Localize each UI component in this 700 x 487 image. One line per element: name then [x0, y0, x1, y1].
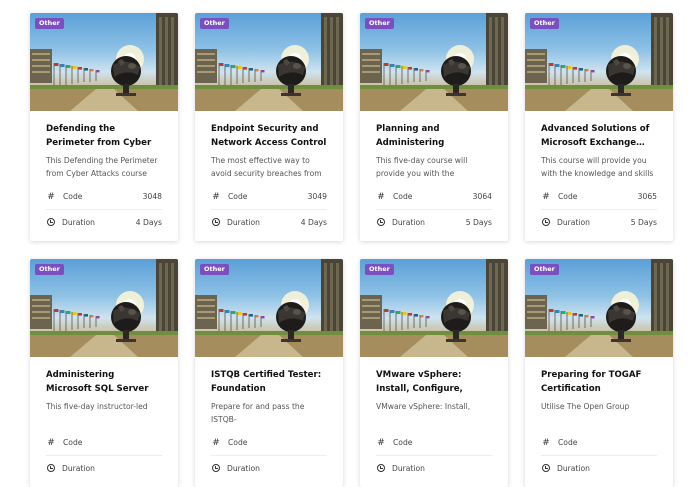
clock-icon — [377, 218, 385, 226]
course-code-row: # Code 3065 — [541, 184, 657, 209]
code-label: Code — [63, 438, 83, 447]
course-duration-row: Duration 5 Days — [376, 209, 492, 234]
hash-icon: # — [47, 437, 55, 448]
course-title[interactable]: Advanced Solutions of Microsoft Exchange… — [541, 122, 657, 150]
course-card[interactable]: Other Administering Microsoft SQL Server… — [30, 259, 178, 487]
course-thumbnail[interactable]: Other — [195, 259, 343, 357]
course-title[interactable]: Endpoint Security and Network Access Con… — [211, 122, 327, 150]
duration-label: Duration — [392, 217, 425, 227]
course-duration-value: 5 Days — [630, 217, 657, 227]
course-description: This five-day instructor-led — [46, 402, 148, 411]
course-thumbnail[interactable]: Other — [360, 13, 508, 111]
course-thumbnail[interactable]: Other — [360, 259, 508, 357]
course-card[interactable]: Other Preparing for TOGAF Certification … — [525, 259, 673, 487]
clock-icon — [212, 464, 220, 472]
course-duration-row: Duration 5 Days — [541, 209, 657, 234]
course-description: The most effective way to avoid security… — [211, 156, 322, 178]
category-badge: Other — [200, 264, 229, 275]
course-duration-row: Duration — [46, 455, 162, 480]
clock-icon — [377, 464, 385, 472]
course-thumbnail[interactable]: Other — [30, 259, 178, 357]
course-duration-row: Duration — [211, 455, 327, 480]
clock-icon — [47, 464, 55, 472]
course-description: This Defending the Perimeter from Cyber … — [46, 156, 158, 178]
course-card[interactable]: Other Advanced Solutions of Microsoft Ex… — [525, 13, 673, 241]
duration-label: Duration — [392, 463, 425, 473]
course-code-value: 3065 — [637, 192, 657, 201]
course-code-row: # Code — [211, 430, 327, 455]
category-badge: Other — [365, 18, 394, 29]
course-code-value: 3048 — [142, 192, 162, 201]
code-label: Code — [63, 192, 83, 201]
course-code-row: # Code 3049 — [211, 184, 327, 209]
hash-icon: # — [542, 437, 550, 448]
clock-icon — [47, 218, 55, 226]
hash-icon: # — [212, 437, 220, 448]
course-duration-row: Duration — [541, 455, 657, 480]
clock-icon — [542, 218, 550, 226]
course-card[interactable]: Other Defending the Perimeter from Cyber… — [30, 13, 178, 241]
hash-icon: # — [212, 191, 220, 202]
duration-label: Duration — [227, 217, 260, 227]
course-code-value: 3064 — [472, 192, 492, 201]
course-code-row: # Code 3064 — [376, 184, 492, 209]
course-description: This five-day course will provide you wi… — [376, 156, 468, 178]
hash-icon: # — [47, 191, 55, 202]
course-duration-value: 4 Days — [300, 217, 327, 227]
course-code-row: # Code 3048 — [46, 184, 162, 209]
category-badge: Other — [365, 264, 394, 275]
duration-label: Duration — [62, 463, 95, 473]
code-label: Code — [558, 192, 578, 201]
duration-label: Duration — [62, 217, 95, 227]
code-label: Code — [228, 438, 248, 447]
hash-icon: # — [377, 191, 385, 202]
course-description: Prepare for and pass the ISTQB- — [211, 402, 305, 424]
course-thumbnail[interactable]: Other — [525, 259, 673, 357]
duration-label: Duration — [557, 217, 590, 227]
course-code-row: # Code — [376, 430, 492, 455]
duration-label: Duration — [227, 463, 260, 473]
course-thumbnail[interactable]: Other — [525, 13, 673, 111]
clock-icon — [542, 464, 550, 472]
category-badge: Other — [35, 264, 64, 275]
duration-label: Duration — [557, 463, 590, 473]
course-grid: Other Defending the Perimeter from Cyber… — [30, 13, 673, 487]
course-title[interactable]: ISTQB Certified Tester: Foundation Certi… — [211, 368, 327, 396]
course-title[interactable]: Planning and Administering SharePoint — [376, 122, 492, 150]
course-description: This course will provide you with the kn… — [541, 156, 654, 178]
hash-icon: # — [542, 191, 550, 202]
hash-icon: # — [377, 437, 385, 448]
course-card[interactable]: Other VMware vSphere: Install, Configure… — [360, 259, 508, 487]
clock-icon — [212, 218, 220, 226]
course-code-row: # Code — [541, 430, 657, 455]
course-code-value: 3049 — [307, 192, 327, 201]
course-duration-value: 5 Days — [465, 217, 492, 227]
course-title[interactable]: Preparing for TOGAF Certification — [541, 368, 657, 396]
course-duration-value: 4 Days — [135, 217, 162, 227]
course-duration-row: Duration — [376, 455, 492, 480]
category-badge: Other — [200, 18, 229, 29]
course-card[interactable]: Other Planning and Administering SharePo… — [360, 13, 508, 241]
course-code-row: # Code — [46, 430, 162, 455]
course-card[interactable]: Other ISTQB Certified Tester: Foundation… — [195, 259, 343, 487]
code-label: Code — [228, 192, 248, 201]
course-description: Utilise The Open Group — [541, 402, 630, 411]
course-duration-row: Duration 4 Days — [46, 209, 162, 234]
course-title[interactable]: Defending the Perimeter from Cyber Attac… — [46, 122, 162, 150]
code-label: Code — [558, 438, 578, 447]
course-thumbnail[interactable]: Other — [195, 13, 343, 111]
course-duration-row: Duration 4 Days — [211, 209, 327, 234]
code-label: Code — [393, 438, 413, 447]
course-title[interactable]: Administering Microsoft SQL Server Datab… — [46, 368, 162, 396]
course-description: VMware vSphere: Install, — [376, 402, 471, 411]
category-badge: Other — [530, 264, 559, 275]
course-card[interactable]: Other Endpoint Security and Network Acce… — [195, 13, 343, 241]
category-badge: Other — [35, 18, 64, 29]
code-label: Code — [393, 192, 413, 201]
course-title[interactable]: VMware vSphere: Install, Configure, Mana… — [376, 368, 492, 396]
course-thumbnail[interactable]: Other — [30, 13, 178, 111]
category-badge: Other — [530, 18, 559, 29]
